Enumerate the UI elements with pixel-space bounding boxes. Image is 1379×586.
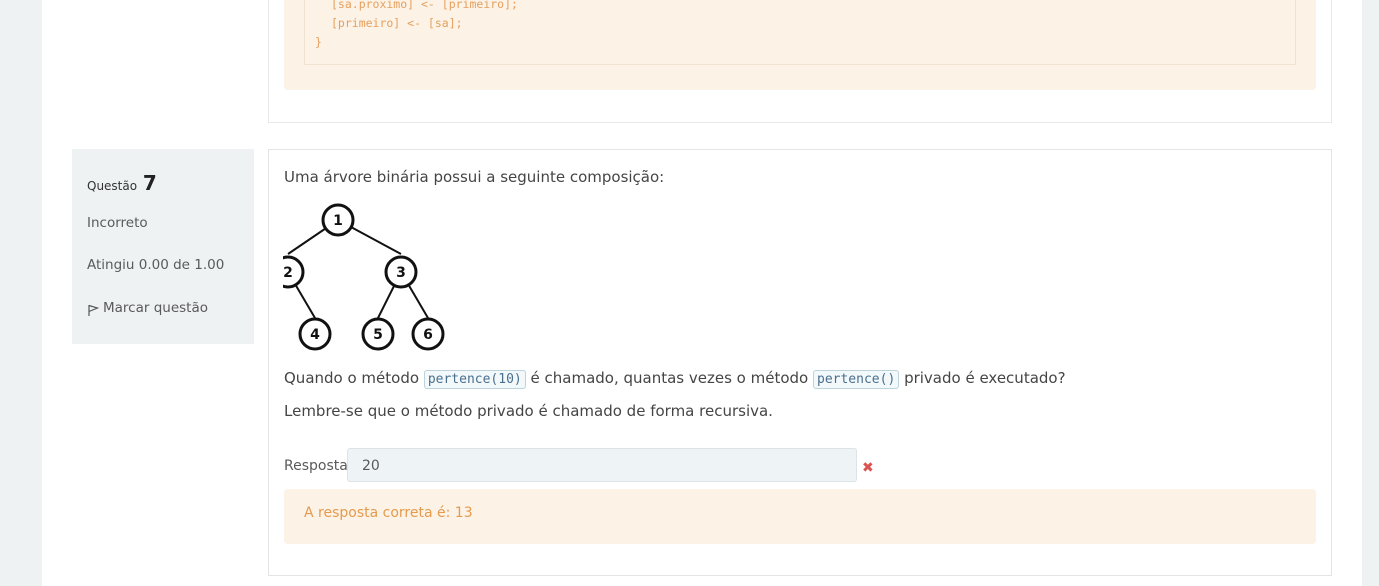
flag-icon	[88, 304, 99, 316]
question-grade: Atingiu 0.00 de 1.00	[87, 257, 225, 273]
binary-tree-diagram: 1 2 3 4 5 6	[283, 203, 445, 351]
tree-node-label: 5	[373, 327, 383, 343]
tree-node-label: 1	[333, 213, 343, 229]
question-state: Incorreto	[87, 215, 148, 231]
question-text-part: privado é executado?	[904, 369, 1066, 387]
question-intro: Uma árvore binária possui a seguinte com…	[284, 168, 665, 186]
tree-node-label: 4	[310, 327, 320, 343]
question-content: Uma árvore binária possui a seguinte com…	[268, 149, 1332, 576]
question-text: Quando o método pertence(10) é chamado, …	[284, 369, 1066, 389]
inline-code: pertence()	[813, 370, 900, 389]
inline-code: pertence(10)	[423, 370, 526, 389]
code-line: [primeiro] <- [sa];	[331, 16, 463, 30]
answer-label: Resposta:	[284, 458, 353, 474]
previous-question-card: [sa.proximo] <- [primeiro]; [primeiro] <…	[268, 0, 1332, 123]
question-label: Questão	[87, 179, 138, 193]
page: [sa.proximo] <- [primeiro]; [primeiro] <…	[42, 0, 1362, 586]
question-text-part: Quando o método	[284, 369, 420, 387]
tree-node-label: 6	[423, 327, 433, 343]
flag-label: Marcar questão	[103, 300, 209, 316]
question-info: Questão 7 Incorreto Atingiu 0.00 de 1.00…	[72, 149, 254, 344]
question-hint: Lembre-se que o método privado é chamado…	[284, 402, 773, 420]
tree-node-label: 2	[283, 265, 293, 281]
answer-input[interactable]: 20	[347, 448, 857, 482]
question-number: Questão 7	[87, 171, 157, 195]
tree-node-label: 3	[396, 265, 406, 281]
correct-answer-text: A resposta correta é: 13	[304, 505, 473, 521]
previous-feedback-box: [sa.proximo] <- [primeiro]; [primeiro] <…	[284, 0, 1316, 90]
code-line: }	[315, 35, 322, 49]
previous-code-block: [sa.proximo] <- [primeiro]; [primeiro] <…	[304, 0, 1296, 65]
question-number-value: 7	[142, 171, 157, 195]
code-line: [sa.proximo] <- [primeiro];	[331, 0, 518, 11]
incorrect-x-icon: ✖	[862, 460, 874, 476]
question-text-part: é chamado, quantas vezes o método	[530, 369, 809, 387]
flag-question-link[interactable]: Marcar questão	[87, 299, 208, 317]
correct-answer-feedback: A resposta correta é: 13	[284, 489, 1316, 544]
